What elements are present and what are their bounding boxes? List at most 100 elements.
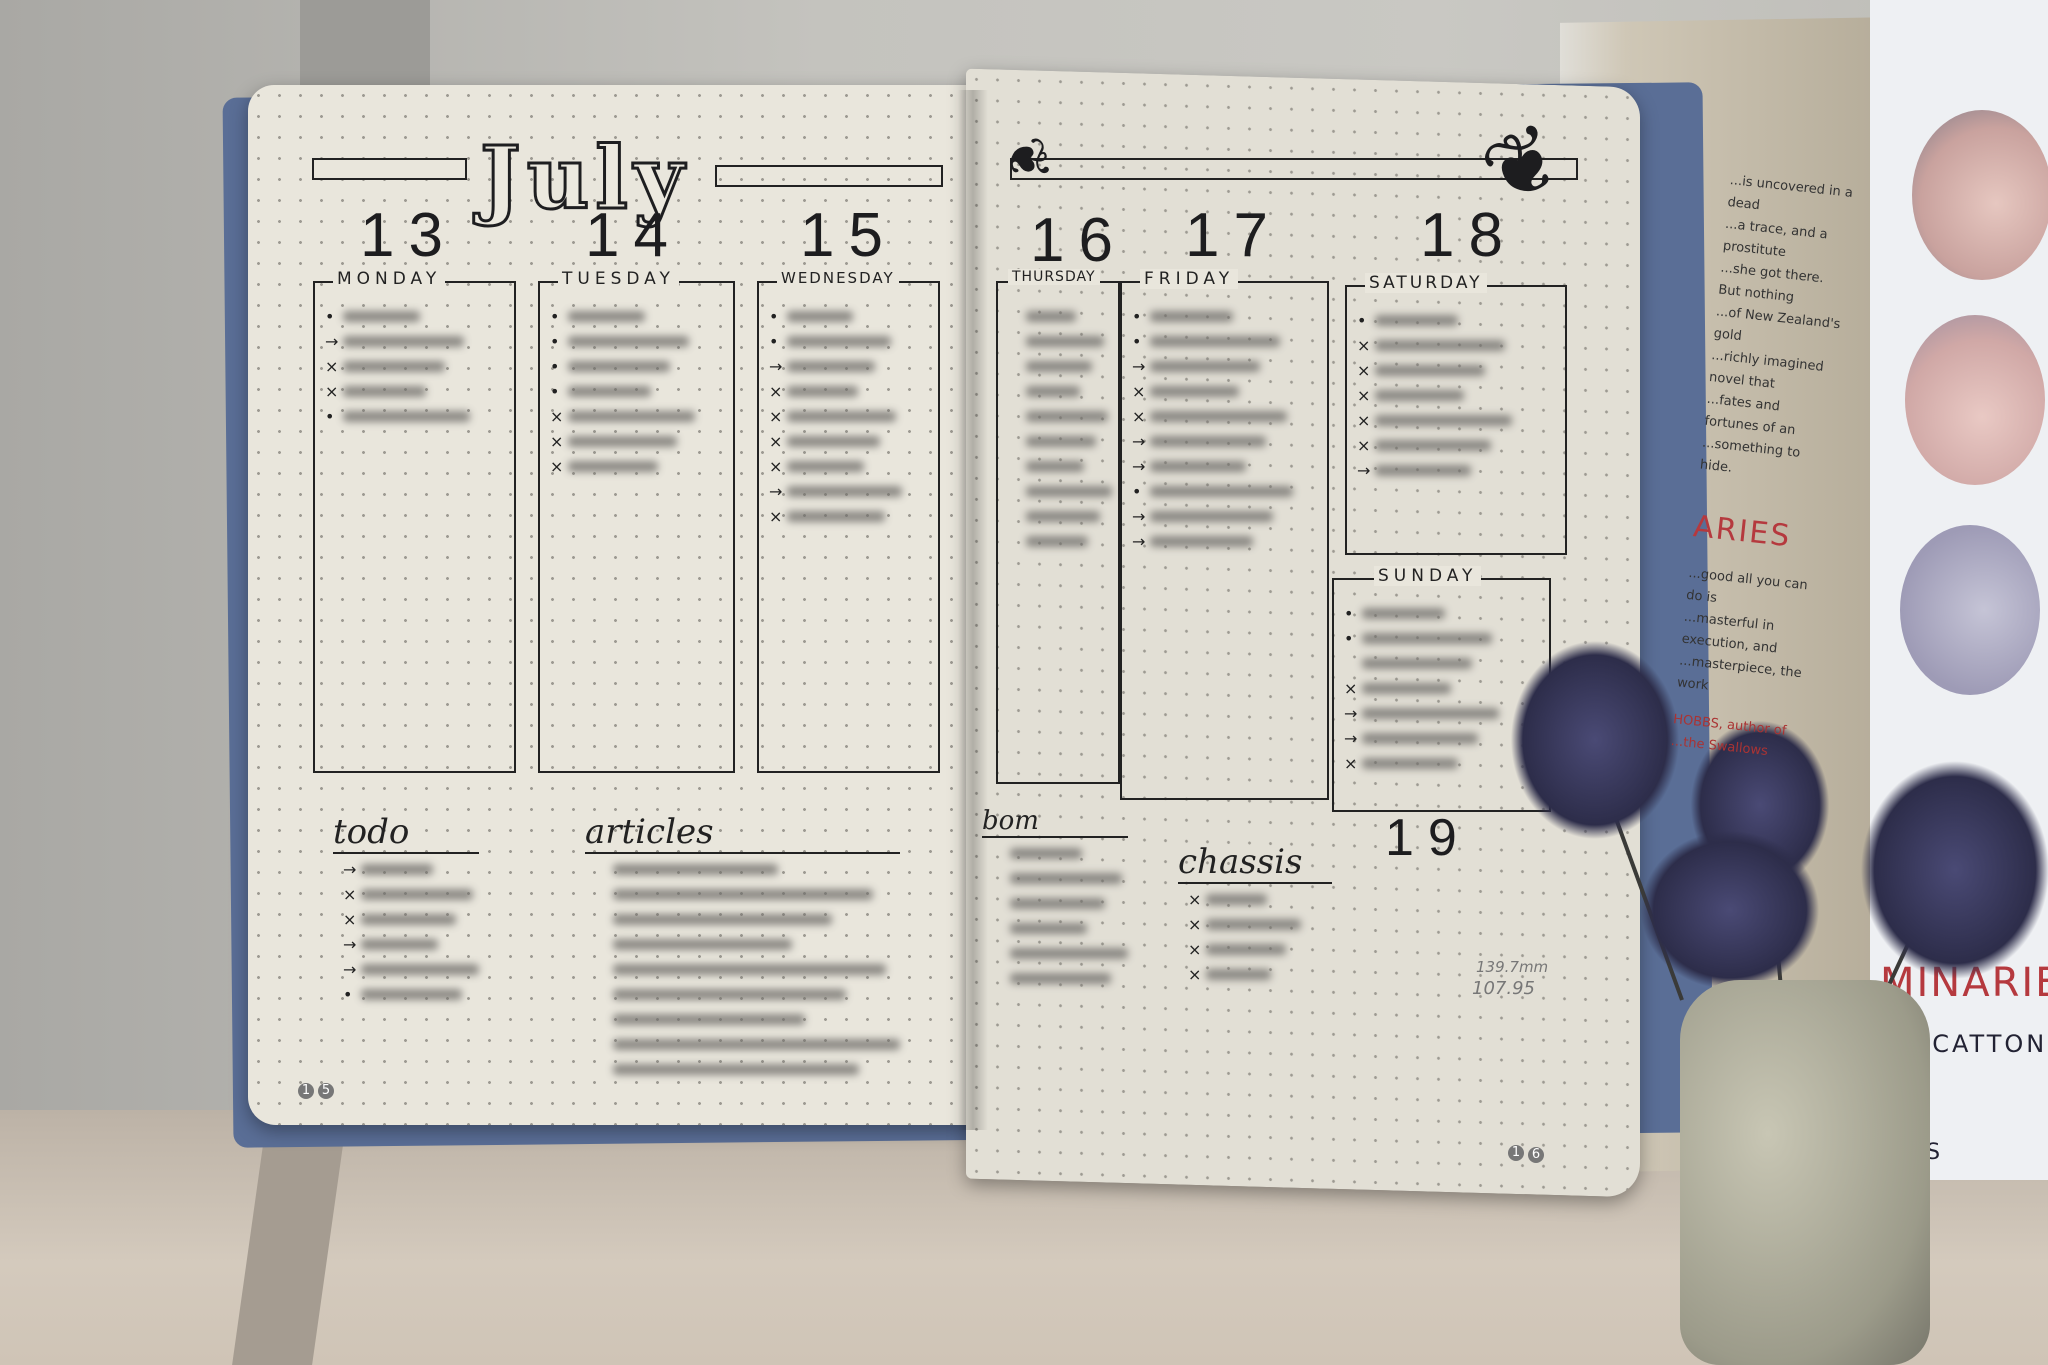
list-item: × bbox=[1188, 915, 1332, 934]
blurred-text bbox=[343, 361, 446, 372]
blurred-text bbox=[1150, 486, 1294, 497]
bullet-mark: × bbox=[1188, 940, 1202, 959]
list-item: • bbox=[1344, 604, 1549, 623]
blurred-text bbox=[1206, 969, 1272, 980]
list-item bbox=[1008, 357, 1118, 376]
bullet-mark: × bbox=[1357, 436, 1371, 455]
bullet-mark: × bbox=[1132, 382, 1146, 401]
blurred-text bbox=[1150, 386, 1240, 397]
day-box-thursday: THURSDAY bbox=[996, 269, 1120, 784]
bullet-mark: × bbox=[1188, 965, 1202, 984]
list-item: → bbox=[1132, 532, 1327, 551]
list-title: todo bbox=[333, 812, 480, 854]
list-item bbox=[595, 985, 900, 1004]
list-item bbox=[595, 935, 900, 954]
list-item: → bbox=[1132, 457, 1327, 476]
bom-list: bom bbox=[982, 806, 1129, 988]
list-item: • bbox=[1132, 482, 1327, 501]
page-number: 1 bbox=[298, 1083, 314, 1099]
blurred-text bbox=[361, 889, 474, 900]
blurred-text bbox=[343, 311, 420, 322]
bullet-mark: → bbox=[1344, 704, 1358, 723]
list-item: × bbox=[1188, 890, 1332, 909]
blurred-text bbox=[1362, 633, 1492, 644]
blurred-text bbox=[1026, 386, 1080, 397]
list-item: × bbox=[769, 507, 938, 526]
list-item: × bbox=[550, 457, 733, 476]
blurred-text bbox=[613, 939, 792, 950]
blurred-text bbox=[1026, 411, 1108, 422]
bullet-mark: × bbox=[769, 507, 783, 526]
day-name: THURSDAY bbox=[1008, 269, 1100, 285]
list-item bbox=[992, 894, 1128, 913]
list-item: × bbox=[1132, 407, 1327, 426]
list-item: • bbox=[550, 307, 733, 326]
bullet-mark: × bbox=[1132, 407, 1146, 426]
list-item bbox=[1008, 407, 1118, 426]
bullet-mark: → bbox=[1132, 357, 1146, 376]
bullet-mark: • bbox=[1132, 482, 1142, 501]
bullet-mark: → bbox=[1132, 532, 1146, 551]
list-item: → bbox=[1357, 461, 1565, 480]
list-item: • bbox=[1357, 311, 1565, 330]
blurred-text bbox=[1010, 948, 1129, 959]
header-band bbox=[715, 165, 943, 187]
list-item bbox=[992, 944, 1129, 963]
list-item: × bbox=[325, 382, 514, 401]
articles-list: articles bbox=[585, 812, 900, 1079]
list-item: → bbox=[1132, 357, 1327, 376]
blurred-text bbox=[361, 939, 439, 950]
list-item: × bbox=[325, 357, 514, 376]
blurred-text bbox=[1026, 436, 1096, 447]
bullet-mark: × bbox=[1357, 411, 1371, 430]
blurred-text bbox=[568, 336, 690, 347]
blurred-text bbox=[787, 311, 853, 322]
day-number: 13 bbox=[360, 201, 457, 270]
bullet-mark: • bbox=[1357, 311, 1367, 330]
list-item bbox=[992, 844, 1128, 863]
blurred-text bbox=[1150, 411, 1287, 422]
list-item: × bbox=[1357, 386, 1565, 405]
blurred-text bbox=[1206, 919, 1302, 930]
list-title: chassis bbox=[1178, 842, 1333, 884]
list-item: • bbox=[550, 382, 733, 401]
day-number: 16 bbox=[1030, 206, 1127, 275]
list-item: → bbox=[325, 332, 514, 351]
bullet-mark: → bbox=[1132, 507, 1146, 526]
bullet-mark: → bbox=[343, 860, 357, 879]
page-number: 5 bbox=[318, 1083, 334, 1099]
list-item bbox=[595, 1060, 900, 1079]
blurred-text bbox=[613, 1014, 805, 1025]
day-box-tuesday: TUESDAY • • • • × × × bbox=[538, 269, 735, 773]
list-item bbox=[992, 869, 1128, 888]
blurred-text bbox=[361, 964, 480, 975]
blurred-text bbox=[1150, 336, 1280, 347]
list-item: × bbox=[1188, 940, 1332, 959]
bullet-mark: • bbox=[550, 357, 560, 376]
cover-portrait bbox=[1912, 110, 2048, 280]
list-item bbox=[992, 969, 1128, 988]
bullet-mark: × bbox=[769, 382, 783, 401]
list-item bbox=[1008, 482, 1118, 501]
day-name: FRIDAY bbox=[1140, 269, 1239, 289]
list-item: × bbox=[769, 457, 938, 476]
blurred-text bbox=[1362, 708, 1499, 719]
bullet-mark: • bbox=[769, 307, 779, 326]
day-box-wednesday: WEDNESDAY • • → × × × × → × bbox=[757, 269, 940, 773]
blurred-text bbox=[568, 436, 677, 447]
blurred-text bbox=[1150, 361, 1260, 372]
bullet-mark: • bbox=[325, 307, 335, 326]
list-item: × bbox=[769, 407, 938, 426]
bullet-mark: • bbox=[550, 307, 560, 326]
blurred-text bbox=[1150, 536, 1253, 547]
list-item: × bbox=[1357, 361, 1565, 380]
bullet-mark: × bbox=[343, 885, 357, 904]
bullet-mark: • bbox=[550, 332, 560, 351]
bullet-mark: → bbox=[1132, 457, 1146, 476]
list-item: → bbox=[343, 935, 479, 954]
list-item: × bbox=[769, 382, 938, 401]
list-item bbox=[1008, 382, 1118, 401]
day-box-saturday: SATURDAY • × × × × × → bbox=[1345, 273, 1567, 555]
blurred-text bbox=[787, 336, 891, 347]
day-number: 15 bbox=[800, 201, 897, 270]
